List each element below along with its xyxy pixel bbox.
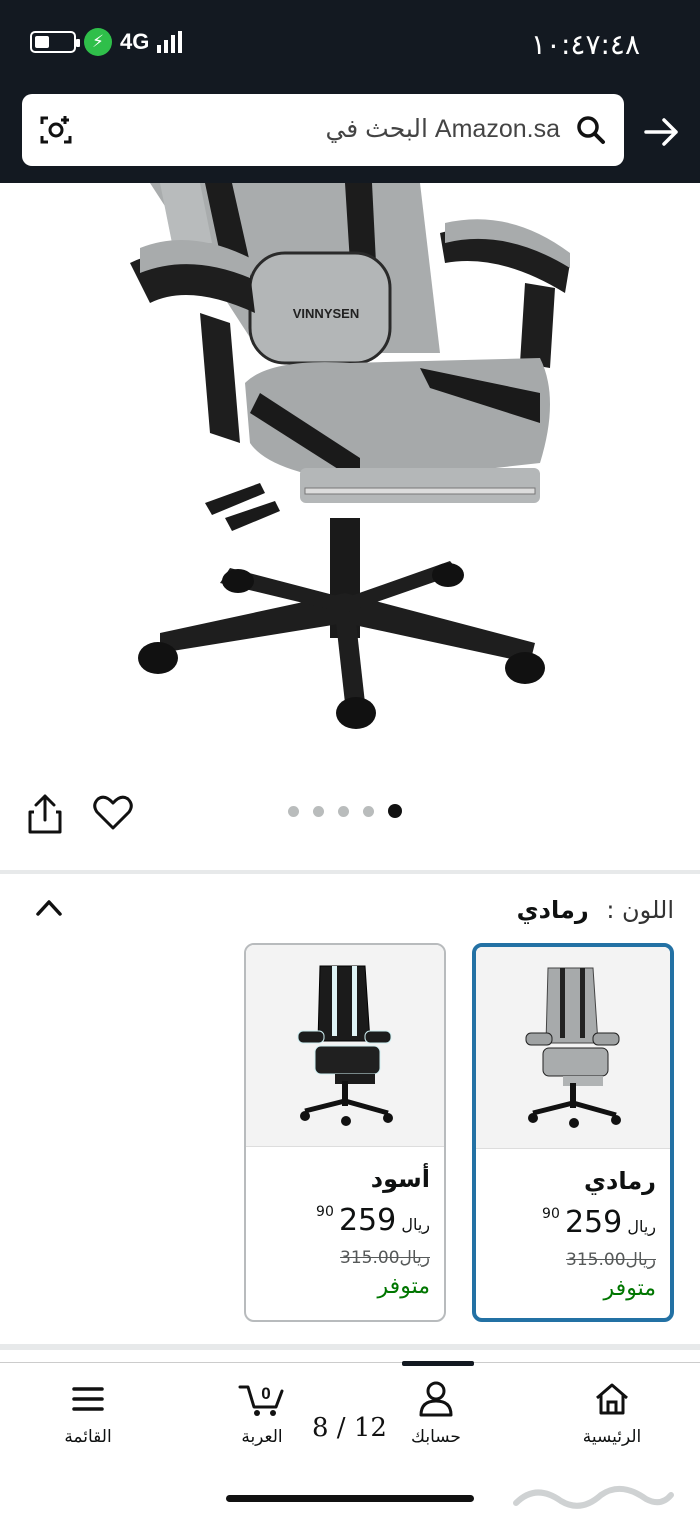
back-arrow-icon[interactable] (642, 112, 682, 152)
menu-icon (72, 1387, 104, 1411)
variation-name: أسود (370, 1165, 430, 1193)
selected-color-line: اللون : رمادي (517, 896, 674, 924)
nav-account-label: حسابك (411, 1427, 461, 1447)
search-icon (577, 116, 605, 144)
active-tab-indicator (402, 1361, 474, 1366)
variation-details: أسود ريال 259 90 ريال315.00 متوفر (246, 1147, 444, 1299)
color-separator: : (606, 896, 615, 924)
variation-card-grey[interactable]: رمادي ريال 259 90 ريال315.00 متوفر (472, 943, 674, 1322)
charging-icon: ⚡ (84, 28, 112, 56)
color-selector-header: اللون : رمادي (0, 892, 700, 942)
section-divider (0, 870, 700, 874)
carousel-dot[interactable] (313, 805, 324, 817)
nav-menu[interactable]: القائمة (28, 1381, 148, 1447)
variation-image (246, 945, 444, 1147)
search-input[interactable]: البحث في Amazon.sa (22, 94, 624, 166)
currency-label: ريال (627, 1217, 656, 1236)
carousel-dot[interactable] (363, 805, 374, 817)
search-placeholder: البحث في Amazon.sa (325, 115, 560, 143)
account-icon (419, 1381, 453, 1417)
search-header: البحث في Amazon.sa (0, 88, 700, 183)
home-indicator[interactable] (226, 1495, 474, 1502)
list-price-value: 315.00 (340, 1248, 400, 1268)
price-whole: 259 (338, 1203, 397, 1238)
availability: متوفر (603, 1276, 656, 1301)
variation-details: رمادي ريال 259 90 ريال315.00 متوفر (476, 1149, 670, 1301)
availability: متوفر (377, 1274, 430, 1299)
color-label: اللون (622, 896, 674, 924)
carousel-dot[interactable] (388, 804, 402, 818)
variation-card-black[interactable]: أسود ريال 259 90 ريال315.00 متوفر (244, 943, 446, 1322)
variation-price: ريال 259 90 (260, 1203, 430, 1238)
price-fraction: 90 (542, 1206, 560, 1222)
clock: ١٠:٤٧:٤٨ (530, 28, 640, 61)
gaming-chair-image: VINNYSEN (130, 183, 570, 729)
variation-name: رمادي (584, 1167, 656, 1195)
chevron-up-icon[interactable] (34, 896, 64, 918)
price-whole: 259 (564, 1205, 623, 1240)
signal-icon (157, 31, 183, 53)
list-price: ريال315.00 (490, 1250, 656, 1270)
selected-color-value: رمادي (516, 896, 589, 924)
nav-account[interactable]: حسابك (376, 1381, 496, 1447)
nav-menu-label: القائمة (64, 1427, 112, 1447)
product-image[interactable]: VINNYSEN (0, 183, 700, 763)
list-price-currency: ريال (625, 1250, 656, 1270)
carousel-dots (288, 804, 402, 818)
cart-icon: 0 (238, 1384, 284, 1416)
nav-cart-label: العربة (241, 1427, 283, 1447)
image-actions (0, 780, 700, 850)
list-price: ريال315.00 (260, 1248, 430, 1268)
watermark-logo (513, 1486, 674, 1509)
variation-image (476, 947, 670, 1149)
nav-home-label: الرئيسية (582, 1427, 642, 1447)
network-type: 4G (120, 29, 150, 54)
share-icon[interactable] (26, 792, 64, 836)
heart-icon[interactable] (92, 794, 134, 832)
currency-label: ريال (401, 1215, 430, 1234)
carousel-dot[interactable] (338, 805, 349, 817)
section-divider (0, 1344, 700, 1350)
nav-home[interactable]: الرئيسية (552, 1381, 672, 1447)
battery-icon (30, 31, 80, 53)
list-price-value: 315.00 (566, 1250, 626, 1270)
status-icons: ⚡ 4G (30, 28, 183, 56)
page-counter: 8 / 12 (312, 1413, 387, 1443)
list-price-currency: ريال (399, 1248, 430, 1268)
brand-logo: VINNYSEN (293, 306, 359, 321)
home-icon (596, 1383, 628, 1415)
status-bar: ⚡ 4G ١٠:٤٧:٤٨ (0, 0, 700, 88)
nav-cart[interactable]: 0 العربة (202, 1381, 322, 1447)
price-fraction: 90 (316, 1204, 334, 1220)
carousel-dot[interactable] (288, 805, 299, 817)
camera-scan-icon[interactable] (38, 112, 74, 148)
variation-price: ريال 259 90 (490, 1205, 656, 1240)
bottom-nav: الرئيسية حسابك 8 / 12 0 العربة القائمة (0, 1361, 700, 1518)
cart-count: 0 (261, 1384, 270, 1403)
